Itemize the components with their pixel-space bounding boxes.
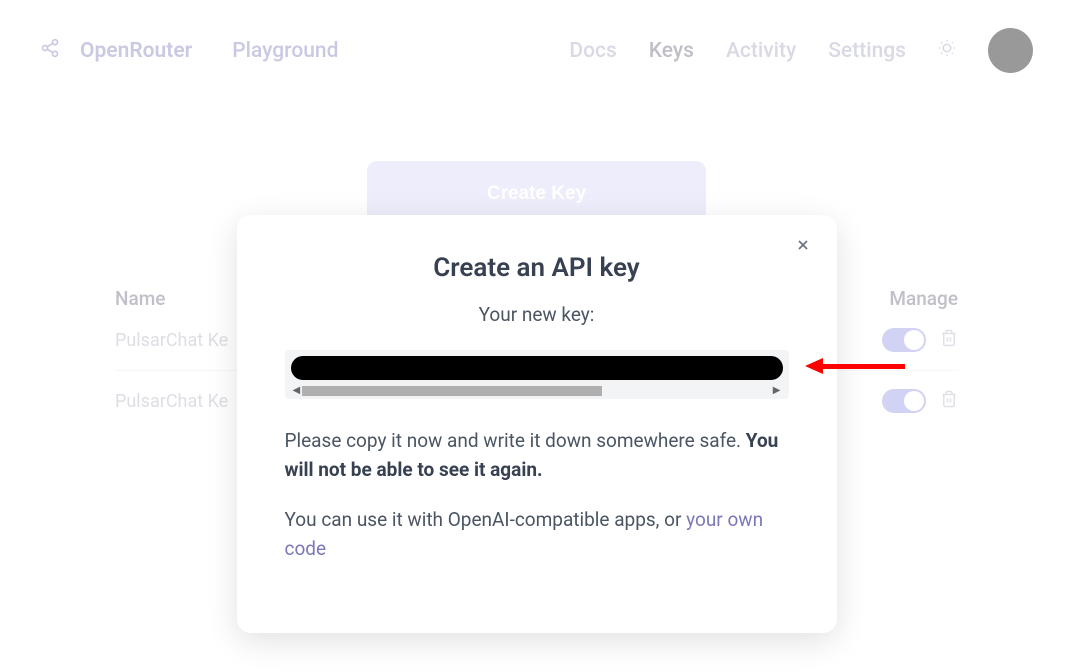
- scroll-left-icon[interactable]: ◀: [293, 386, 301, 396]
- annotation-arrow: [805, 358, 905, 374]
- api-key-display[interactable]: ◀ ▶: [285, 350, 789, 399]
- arrow-head-icon: [805, 358, 823, 374]
- modal-subtitle: Your new key:: [285, 303, 789, 326]
- scroll-thumb[interactable]: [302, 386, 602, 396]
- create-api-key-modal: Create an API key Your new key: ◀ ▶ Plea…: [237, 215, 837, 633]
- arrow-line: [823, 364, 905, 369]
- scroll-track[interactable]: [302, 386, 771, 396]
- horizontal-scrollbar[interactable]: ◀ ▶: [291, 387, 783, 399]
- close-icon[interactable]: [795, 237, 811, 257]
- modal-title: Create an API key: [285, 253, 789, 283]
- modal-warning-text: Please copy it now and write it down som…: [285, 427, 789, 484]
- modal-usage-text: You can use it with OpenAI-compatible ap…: [285, 506, 789, 563]
- api-key-value-redacted: [291, 356, 783, 380]
- scroll-right-icon[interactable]: ▶: [773, 386, 781, 396]
- usage-prefix: You can use it with OpenAI-compatible ap…: [285, 508, 687, 531]
- warning-prefix: Please copy it now and write it down som…: [285, 429, 746, 452]
